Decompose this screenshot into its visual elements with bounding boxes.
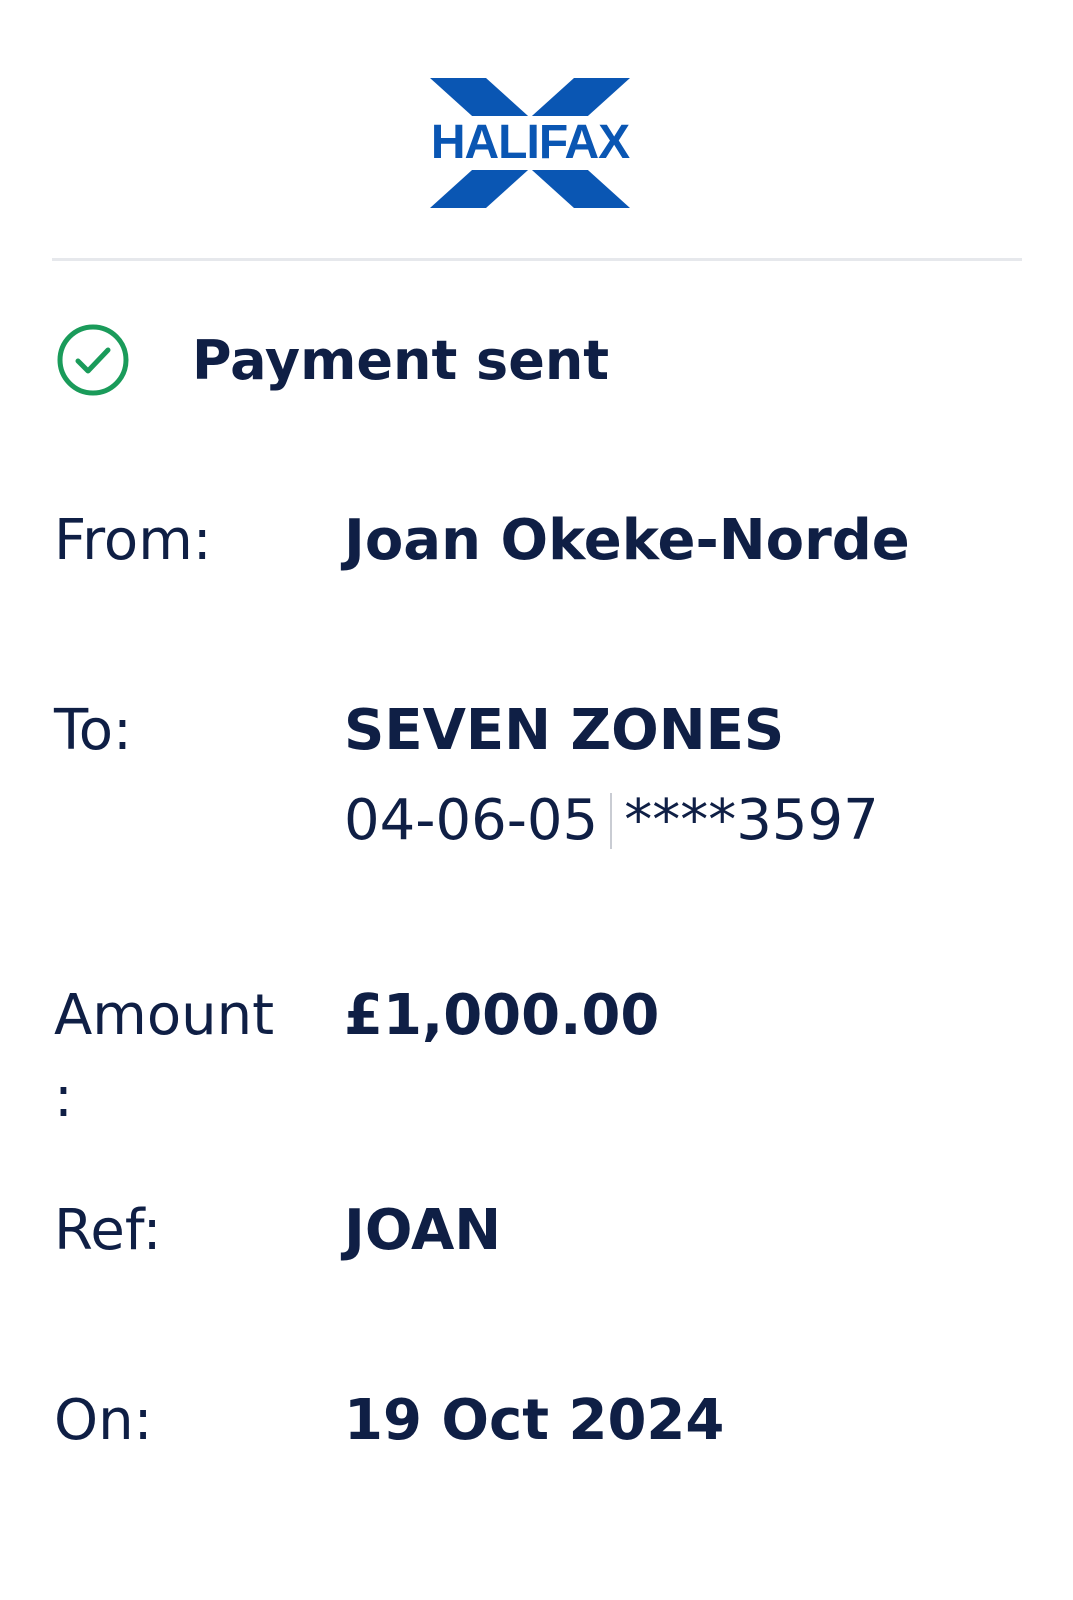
payment-status: Payment sent — [56, 322, 609, 398]
ref-value: JOAN — [344, 1198, 502, 1263]
check-circle-icon — [57, 324, 129, 396]
date-label: On: — [54, 1388, 153, 1453]
to-row: To: SEVEN ZONES 04-06-05 ****3597 — [54, 690, 1044, 870]
status-title: Payment sent — [192, 328, 610, 392]
account-number: ****3597 — [624, 788, 879, 853]
from-value: Joan Okeke-Norde — [344, 508, 910, 573]
ref-label: Ref: — [54, 1198, 162, 1263]
date-row: On: 19 Oct 2024 — [54, 1380, 1044, 1470]
amount-value: £1,000.00 — [344, 983, 660, 1048]
account-separator — [610, 793, 613, 849]
sort-code: 04-06-05 — [344, 788, 599, 853]
amount-label: Amount : — [54, 983, 275, 1130]
to-label: To: — [54, 698, 132, 763]
from-row: From: Joan Okeke-Norde — [54, 500, 1044, 590]
halifax-logo: HALIFAX — [430, 78, 630, 208]
to-value: SEVEN ZONES — [344, 698, 785, 763]
account-details: 04-06-05 ****3597 — [344, 786, 879, 856]
ref-row: Ref: JOAN — [54, 1190, 1044, 1280]
amount-row: Amount : £1,000.00 — [54, 975, 1044, 1145]
header-divider — [52, 258, 1022, 261]
logo-wordmark: HALIFAX — [430, 116, 630, 170]
from-label: From: — [54, 508, 212, 573]
date-value: 19 Oct 2024 — [344, 1388, 725, 1453]
